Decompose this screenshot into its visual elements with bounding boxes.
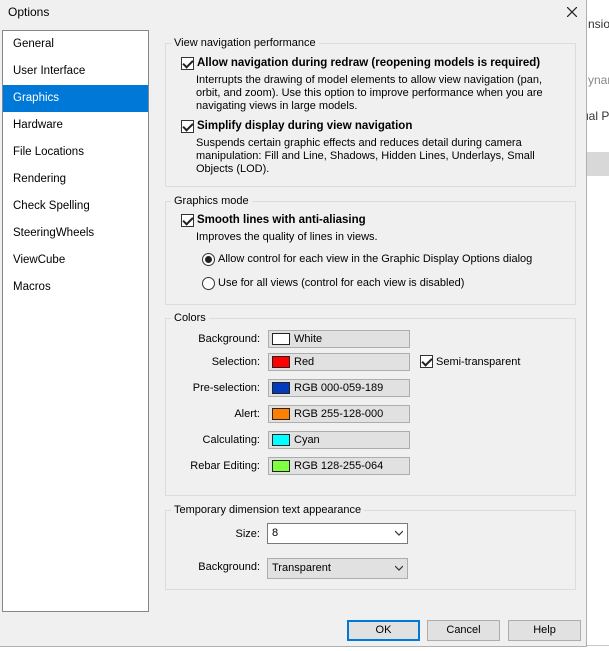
color-name: White — [294, 333, 323, 345]
background-value: Transparent — [272, 562, 331, 574]
options-dialog: Options General User Interface Graphics … — [0, 0, 587, 647]
temp-dimension-group: Temporary dimension text appearance Size… — [165, 504, 576, 590]
smooth-lines-label: Smooth lines with anti-aliasing — [197, 214, 366, 226]
preselection-color-label: Pre-selection: — [192, 382, 260, 394]
size-label: Size: — [235, 528, 260, 540]
simplify-display-label: Simplify display during view navigation — [197, 120, 413, 132]
allow-control-radio[interactable] — [202, 253, 215, 266]
nav-item-check-spelling[interactable]: Check Spelling — [3, 193, 148, 220]
calculating-color-label: Calculating: — [202, 434, 260, 446]
use-all-views-label: Use for all views (control for each view… — [218, 277, 465, 289]
chevron-down-icon — [395, 565, 403, 571]
size-value: 8 — [272, 527, 279, 539]
nav-item-graphics[interactable]: Graphics — [3, 85, 148, 112]
background-fragment: ual Pu — [586, 109, 609, 123]
nav-item-steeringwheels[interactable]: SteeringWheels — [3, 220, 148, 247]
allow-navigation-label: Allow navigation during redraw (reopenin… — [197, 57, 541, 69]
cancel-button[interactable]: Cancel — [427, 620, 500, 641]
allow-control-label: Allow control for each view in the Graph… — [218, 253, 533, 265]
nav-item-user-interface[interactable]: User Interface — [3, 58, 148, 85]
graphics-mode-group: Graphics mode Smooth lines with anti-ali… — [165, 195, 576, 305]
background-fragment: ynar — [588, 73, 609, 87]
chevron-down-icon — [395, 530, 403, 536]
nav-item-hardware[interactable]: Hardware — [3, 112, 148, 139]
allow-navigation-checkbox[interactable] — [181, 57, 194, 70]
calculating-color-button[interactable]: Cyan — [268, 431, 410, 449]
background-label: Background: — [198, 561, 260, 573]
alert-color-label: Alert: — [234, 408, 260, 420]
size-combo[interactable]: 8 — [267, 523, 408, 544]
help-button[interactable]: Help — [508, 620, 581, 641]
selection-color-label: Selection: — [211, 356, 260, 368]
background-fragment: nsio — [588, 17, 609, 31]
close-icon — [566, 6, 578, 18]
background-combo[interactable]: Transparent — [267, 558, 408, 579]
background-band — [586, 152, 609, 176]
allow-navigation-description: Interrupts the drawing of model elements… — [196, 74, 543, 112]
color-swatch — [272, 460, 290, 472]
color-swatch — [272, 333, 290, 345]
color-swatch — [272, 434, 290, 446]
nav-item-file-locations[interactable]: File Locations — [3, 139, 148, 166]
ok-button[interactable]: OK — [347, 620, 420, 641]
nav-item-rendering[interactable]: Rendering — [3, 166, 148, 193]
nav-item-viewcube[interactable]: ViewCube — [3, 247, 148, 274]
alert-color-button[interactable]: RGB 255-128-000 — [268, 405, 410, 423]
color-name: RGB 128-255-064 — [294, 460, 384, 472]
close-button[interactable] — [560, 2, 584, 22]
color-swatch — [272, 408, 290, 420]
background-color-label: Background: — [198, 333, 260, 345]
view-navigation-group: View navigation performance Allow naviga… — [165, 37, 576, 187]
rebar-editing-color-button[interactable]: RGB 128-255-064 — [268, 457, 410, 475]
background-app-edge: nsio ynar ual Pu — [585, 0, 609, 651]
colors-legend: Colors — [174, 312, 206, 324]
color-swatch — [272, 382, 290, 394]
simplify-display-description: Suspends certain graphic effects and red… — [196, 137, 535, 175]
selection-color-button[interactable]: Red — [268, 353, 410, 371]
smooth-lines-checkbox[interactable] — [181, 214, 194, 227]
temp-dimension-legend: Temporary dimension text appearance — [174, 504, 362, 516]
semi-transparent-checkbox[interactable] — [420, 355, 433, 368]
graphics-mode-legend: Graphics mode — [174, 195, 249, 207]
colors-group: Colors Background: White Selection: Red … — [165, 312, 576, 496]
nav-item-general[interactable]: General — [3, 31, 148, 58]
simplify-display-checkbox[interactable] — [181, 120, 194, 133]
options-nav-list: General User Interface Graphics Hardware… — [2, 30, 149, 612]
color-name: RGB 255-128-000 — [294, 408, 384, 420]
nav-item-macros[interactable]: Macros — [3, 274, 148, 301]
use-all-views-radio[interactable] — [202, 277, 215, 290]
background-color-button[interactable]: White — [268, 330, 410, 348]
rebar-editing-color-label: Rebar Editing: — [190, 460, 260, 472]
dialog-title: Options — [8, 5, 50, 19]
preselection-color-button[interactable]: RGB 000-059-189 — [268, 379, 410, 397]
color-name: Cyan — [294, 434, 320, 446]
color-name: RGB 000-059-189 — [294, 382, 384, 394]
semi-transparent-label: Semi-transparent — [436, 356, 521, 368]
color-swatch — [272, 356, 290, 368]
color-name: Red — [294, 356, 315, 368]
view-navigation-legend: View navigation performance — [174, 37, 316, 49]
smooth-lines-description: Improves the quality of lines in views. — [196, 231, 378, 243]
